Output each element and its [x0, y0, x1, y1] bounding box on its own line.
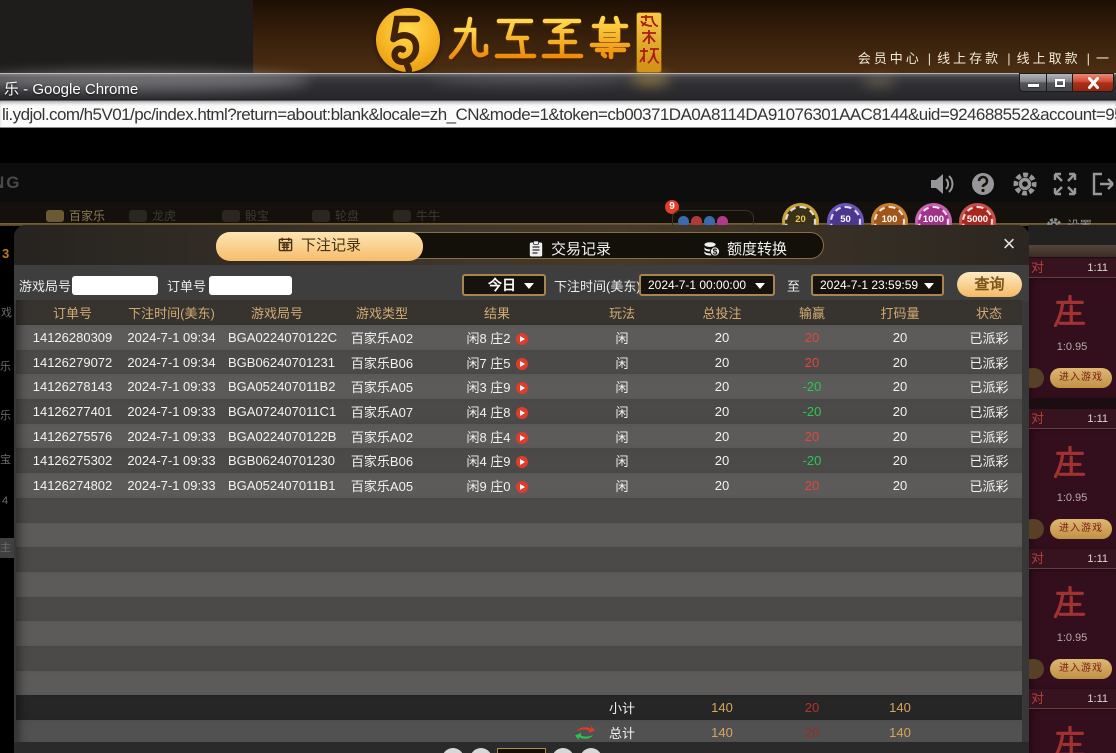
svg-text:$: $: [713, 247, 718, 257]
